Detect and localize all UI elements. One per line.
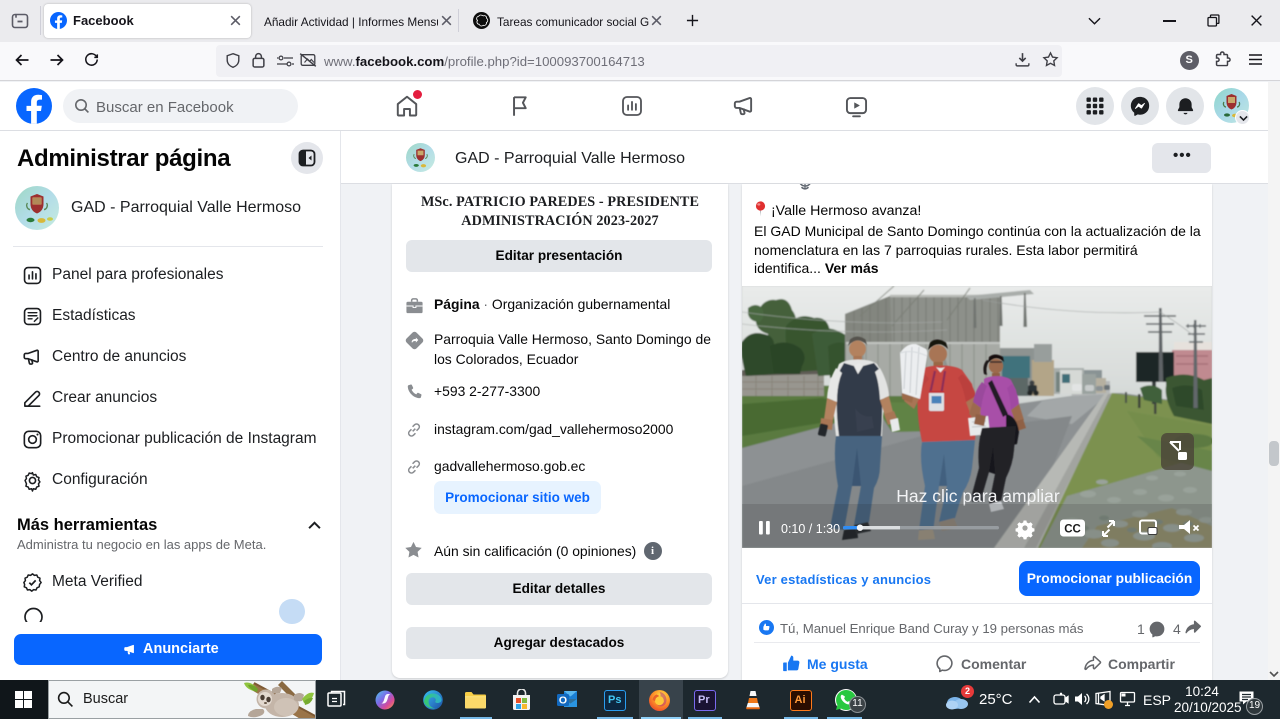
svg-text:0:10 / 1:30: 0:10 / 1:30 (781, 522, 840, 536)
svg-text:O: O (559, 695, 567, 707)
svg-text:CC: CC (1064, 524, 1081, 536)
svg-text:Haz clic para ampliar: Haz clic para ampliar (896, 486, 1060, 506)
